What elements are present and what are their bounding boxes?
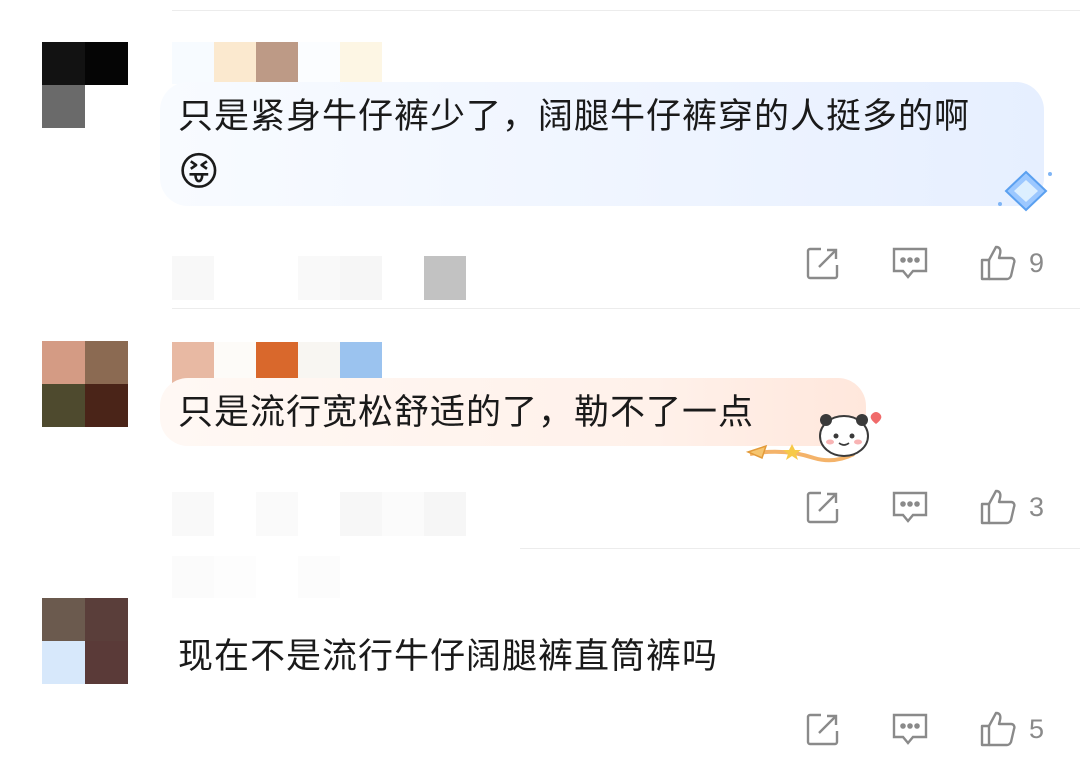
comment-item: 现在不是流行牛仔阔腿裤直筒裤吗 5 [0,0,1080,757]
username-pixelated[interactable] [172,556,340,598]
reply-icon [892,713,928,745]
avatar[interactable] [42,598,128,684]
like-count: 5 [1028,713,1044,744]
comment-actions: 5 [755,710,1044,748]
thumbs-up-icon [980,711,1016,747]
comment-text: 现在不是流行牛仔阔腿裤直筒裤吗 [178,637,719,677]
share-icon [806,713,839,746]
share-button[interactable] [805,711,841,747]
like-button[interactable]: 5 [979,710,1044,748]
reply-button[interactable] [891,711,929,747]
